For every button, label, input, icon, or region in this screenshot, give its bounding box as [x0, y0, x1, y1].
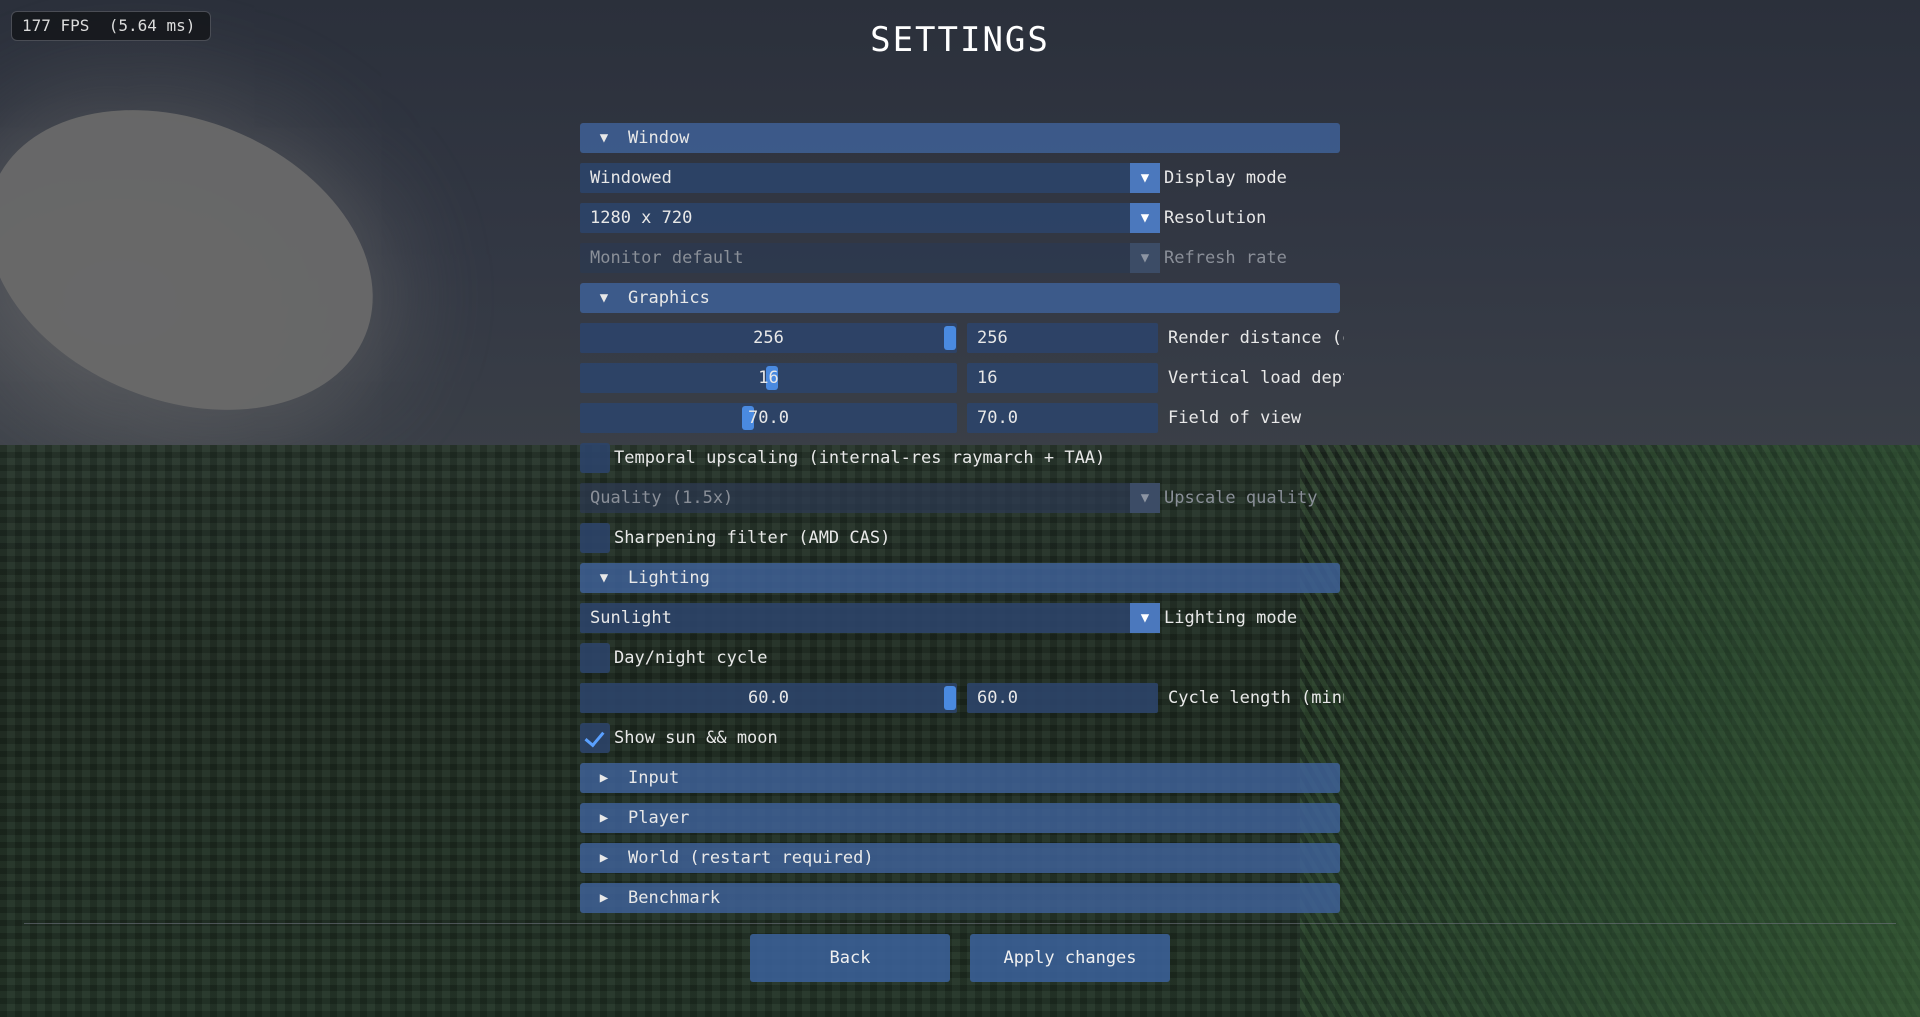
- section-header-input[interactable]: ▶ Input: [580, 763, 1340, 793]
- cycle-length-input[interactable]: 60.0: [967, 683, 1158, 713]
- section-header-lighting[interactable]: ▼ Lighting: [580, 563, 1340, 593]
- input-value: 16: [977, 368, 998, 388]
- section-label: Benchmark: [628, 888, 721, 908]
- field-of-view-label: Field of view: [1168, 408, 1302, 428]
- section-label: World (restart required): [628, 848, 874, 868]
- triangle-down-icon: ▼: [599, 570, 609, 586]
- section-label: Graphics: [628, 288, 710, 308]
- refresh-rate-row: Monitor default ▼ Refresh rate: [580, 243, 1340, 273]
- cycle-length-slider[interactable]: 60.0: [580, 683, 957, 713]
- lighting-mode-dropdown[interactable]: Sunlight ▼: [580, 603, 1160, 633]
- page-title: SETTINGS: [870, 20, 1050, 60]
- slider-value: 16: [758, 368, 779, 388]
- render-distance-label: Render distance (chunks): [1168, 328, 1344, 348]
- section-label: Lighting: [628, 568, 710, 588]
- resolution-dropdown[interactable]: 1280 x 720 ▼: [580, 203, 1160, 233]
- display-mode-label: Display mode: [1164, 168, 1287, 188]
- section-header-window[interactable]: ▼ Window: [580, 123, 1340, 153]
- input-value: 256: [977, 328, 1008, 348]
- apply-changes-button[interactable]: Apply changes: [970, 934, 1170, 982]
- render-distance-row: 256 256 Render distance (chunks): [580, 323, 1344, 353]
- section-header-graphics[interactable]: ▼ Graphics: [580, 283, 1340, 313]
- field-of-view-row: 70.0 70.0 Field of view: [580, 403, 1340, 433]
- sharpening-label[interactable]: Sharpening filter (AMD CAS): [614, 523, 890, 553]
- input-value: 70.0: [977, 408, 1018, 428]
- field-of-view-slider[interactable]: 70.0: [580, 403, 957, 433]
- show-sun-moon-label[interactable]: Show sun && moon: [614, 723, 778, 753]
- section-label: Window: [628, 128, 690, 148]
- triangle-down-icon: ▼: [599, 130, 609, 146]
- dropdown-value: Sunlight: [590, 608, 672, 628]
- cycle-length-row: 60.0 60.0 Cycle length (minutes): [580, 683, 1344, 713]
- render-distance-input[interactable]: 256: [967, 323, 1158, 353]
- resolution-label: Resolution: [1164, 208, 1267, 228]
- dropdown-value: Monitor default: [590, 248, 744, 268]
- refresh-rate-dropdown: Monitor default ▼: [580, 243, 1160, 273]
- triangle-right-icon: ▶: [599, 850, 609, 866]
- vertical-load-depth-slider[interactable]: 16: [580, 363, 957, 393]
- dropdown-arrow-icon: ▼: [1130, 243, 1160, 273]
- slider-grab[interactable]: [944, 326, 956, 350]
- section-header-player[interactable]: ▶ Player: [580, 803, 1340, 833]
- dropdown-arrow-icon[interactable]: ▼: [1130, 163, 1160, 193]
- slider-grab[interactable]: [944, 686, 956, 710]
- vertical-load-depth-input[interactable]: 16: [967, 363, 1158, 393]
- checkmark-icon[interactable]: [580, 723, 610, 753]
- sharpening-checkbox[interactable]: [580, 523, 610, 553]
- upscale-quality-dropdown: Quality (1.5x) ▼: [580, 483, 1160, 513]
- day-night-checkbox[interactable]: [580, 643, 610, 673]
- lighting-mode-label: Lighting mode: [1164, 608, 1298, 628]
- display-mode-dropdown[interactable]: Windowed ▼: [580, 163, 1160, 193]
- footer-divider: [24, 923, 1896, 924]
- dropdown-value: 1280 x 720: [590, 208, 693, 228]
- day-night-row: Day/night cycle: [580, 643, 1340, 673]
- section-header-world[interactable]: ▶ World (restart required): [580, 843, 1340, 873]
- resolution-row: 1280 x 720 ▼ Resolution: [580, 203, 1340, 233]
- slider-value: 70.0: [748, 408, 789, 428]
- section-label: Player: [628, 808, 690, 828]
- section-header-benchmark[interactable]: ▶ Benchmark: [580, 883, 1340, 913]
- triangle-right-icon: ▶: [599, 770, 609, 786]
- slider-value: 256: [753, 328, 784, 348]
- triangle-down-icon: ▼: [599, 290, 609, 306]
- show-sun-moon-row: Show sun && moon: [580, 723, 1340, 753]
- field-of-view-input[interactable]: 70.0: [967, 403, 1158, 433]
- upscale-quality-label: Upscale quality: [1164, 488, 1318, 508]
- section-label: Input: [628, 768, 680, 788]
- triangle-right-icon: ▶: [599, 810, 609, 826]
- back-button[interactable]: Back: [750, 934, 950, 982]
- dropdown-value: Quality (1.5x): [590, 488, 734, 508]
- upscale-quality-row: Quality (1.5x) ▼ Upscale quality: [580, 483, 1340, 513]
- render-distance-slider[interactable]: 256: [580, 323, 957, 353]
- triangle-right-icon: ▶: [599, 890, 609, 906]
- day-night-label[interactable]: Day/night cycle: [614, 643, 768, 673]
- input-value: 60.0: [977, 688, 1018, 708]
- sharpening-row: Sharpening filter (AMD CAS): [580, 523, 1340, 553]
- dropdown-arrow-icon[interactable]: ▼: [1130, 603, 1160, 633]
- refresh-rate-label: Refresh rate: [1164, 248, 1287, 268]
- vertical-load-depth-label: Vertical load depth: [1168, 368, 1344, 388]
- cycle-length-label: Cycle length (minutes): [1168, 688, 1344, 708]
- temporal-upscaling-row: Temporal upscaling (internal-res raymarc…: [580, 443, 1340, 473]
- vertical-load-depth-row: 16 16 Vertical load depth: [580, 363, 1344, 393]
- lighting-mode-row: Sunlight ▼ Lighting mode: [580, 603, 1340, 633]
- temporal-upscaling-label[interactable]: Temporal upscaling (internal-res raymarc…: [614, 443, 1105, 473]
- display-mode-row: Windowed ▼ Display mode: [580, 163, 1340, 193]
- voxel-hillside: [1300, 445, 1920, 1017]
- dropdown-arrow-icon: ▼: [1130, 483, 1160, 513]
- dropdown-value: Windowed: [590, 168, 672, 188]
- dropdown-arrow-icon[interactable]: ▼: [1130, 203, 1160, 233]
- temporal-upscaling-checkbox[interactable]: [580, 443, 610, 473]
- slider-value: 60.0: [748, 688, 789, 708]
